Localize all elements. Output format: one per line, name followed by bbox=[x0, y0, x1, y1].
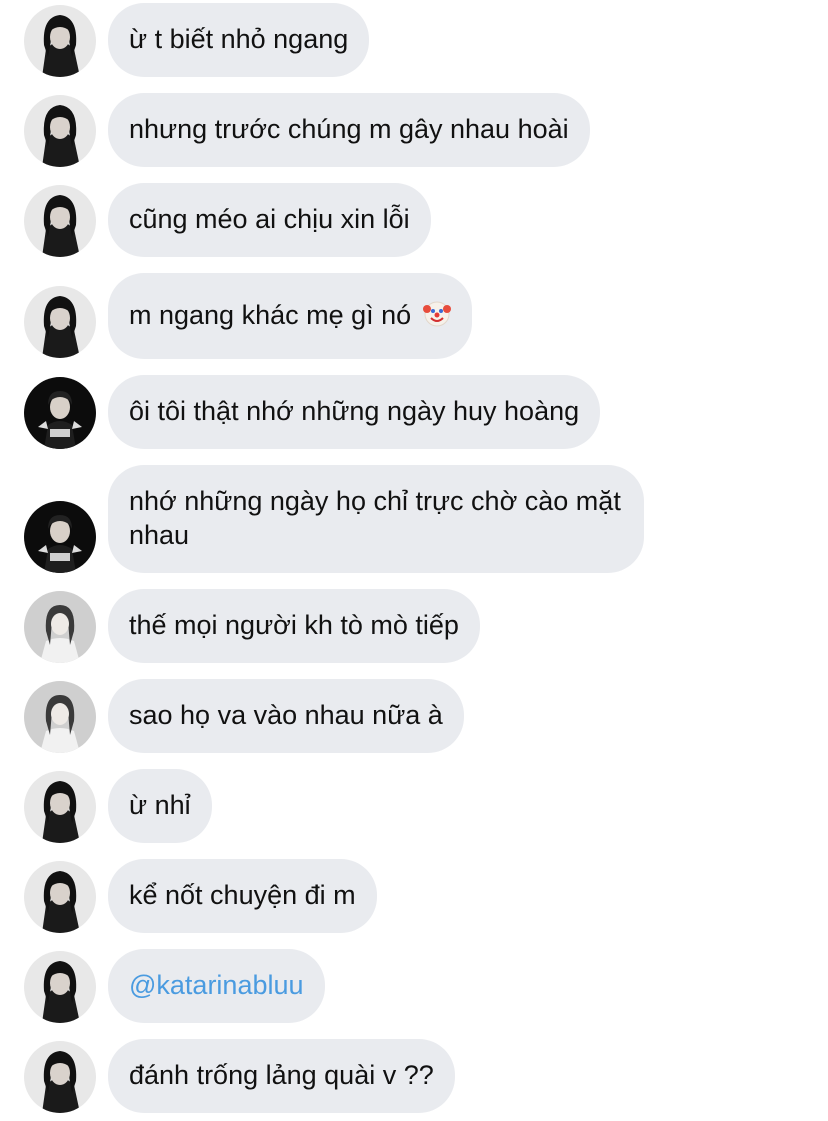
message-bubble[interactable]: sao họ va vào nhau nữa à bbox=[108, 679, 464, 753]
avatar-dark-hair-icon[interactable] bbox=[24, 286, 96, 358]
message-bubble[interactable]: thế mọi người kh tò mò tiếp bbox=[108, 589, 480, 663]
message-bubble[interactable]: cũng méo ai chịu xin lỗi bbox=[108, 183, 431, 257]
clown-face-icon bbox=[422, 300, 451, 328]
message-bubble[interactable]: ừ t biết nhỏ ngang bbox=[108, 3, 370, 77]
avatar-dark-hair-icon[interactable] bbox=[24, 95, 96, 167]
avatar-dark-hair-icon[interactable] bbox=[24, 771, 96, 843]
avatar-black-bg-icon[interactable] bbox=[24, 501, 96, 573]
avatar-light-portrait-icon[interactable] bbox=[24, 681, 96, 753]
avatar-dark-hair-icon[interactable] bbox=[24, 5, 96, 77]
message-text: m ngang khác mẹ gì nó bbox=[129, 300, 412, 330]
mention-link[interactable]: @katarinabluu bbox=[108, 949, 325, 1023]
message-bubble[interactable]: m ngang khác mẹ gì nó bbox=[108, 273, 472, 359]
message-bubble[interactable]: nhưng trước chúng m gây nhau hoài bbox=[108, 93, 590, 167]
avatar-light-portrait-icon[interactable] bbox=[24, 591, 96, 663]
message-bubble[interactable]: ôi tôi thật nhớ những ngày huy hoàng bbox=[108, 375, 601, 449]
message-bubble[interactable]: kể nốt chuyện đi m bbox=[108, 859, 377, 933]
avatar-dark-hair-icon[interactable] bbox=[24, 1041, 96, 1113]
avatar-black-bg-icon[interactable] bbox=[24, 377, 96, 449]
avatar-dark-hair-icon[interactable] bbox=[24, 951, 96, 1023]
message-bubble[interactable]: ừ nhỉ bbox=[108, 769, 212, 843]
message-bubble[interactable]: nhớ những ngày họ chỉ trực chờ cào mặt n… bbox=[108, 465, 644, 573]
message-bubble[interactable]: đánh trống lảng quài v ?? bbox=[108, 1039, 455, 1113]
avatar-dark-hair-icon[interactable] bbox=[24, 861, 96, 933]
avatar-dark-hair-icon[interactable] bbox=[24, 185, 96, 257]
